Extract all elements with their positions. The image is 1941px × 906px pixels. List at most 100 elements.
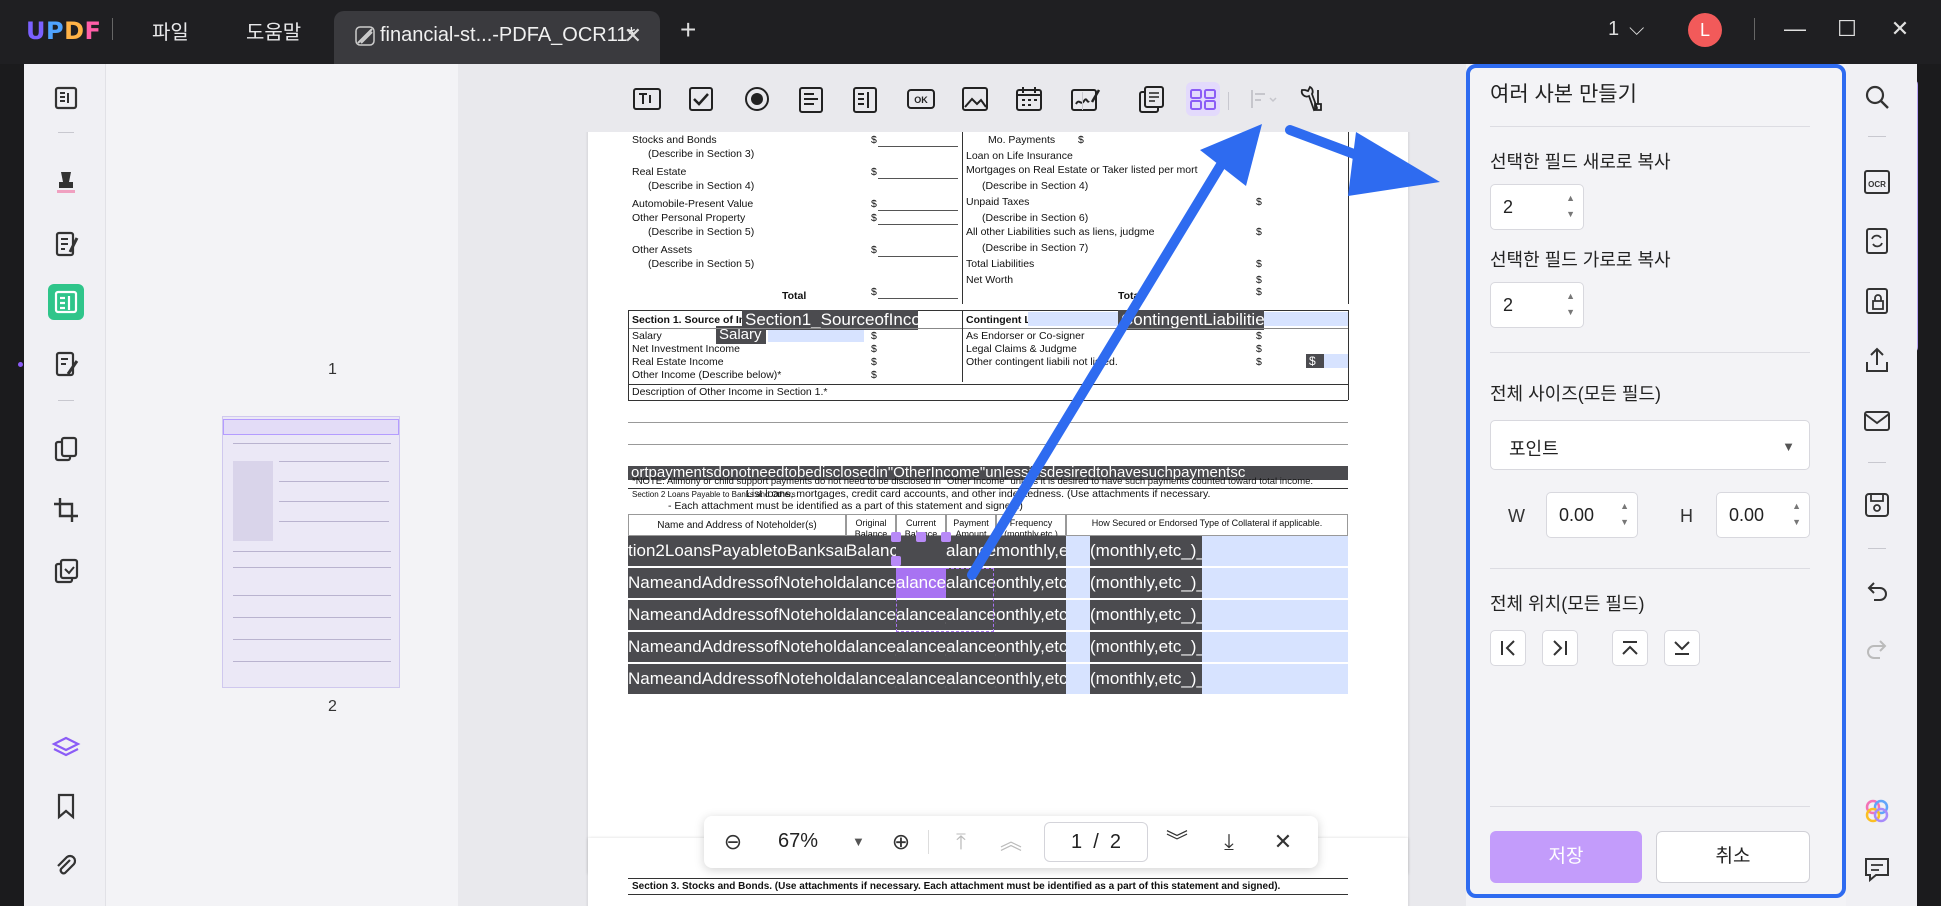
blank-field[interactable] (1066, 632, 1090, 662)
decrement-icon[interactable]: ▼ (1620, 517, 1629, 527)
redo-icon[interactable] (1860, 634, 1894, 668)
move-up-button[interactable] (1612, 630, 1648, 666)
close-zoom-bar-icon[interactable]: ✕ (1270, 829, 1296, 855)
chevron-down-icon[interactable]: ▼ (852, 834, 865, 849)
frequency-field[interactable]: onthly,etc_ (996, 664, 1066, 694)
tools-icon[interactable] (1294, 82, 1328, 116)
reader-icon[interactable] (48, 80, 84, 116)
width-stepper[interactable]: 0.00 ▲ ▼ (1546, 492, 1638, 538)
increment-icon[interactable]: ▲ (1620, 501, 1629, 511)
collateral-blue-field[interactable] (1202, 536, 1348, 566)
convert-icon[interactable] (1860, 224, 1894, 258)
current-balance-field[interactable]: alance_1 (896, 664, 946, 694)
payment-amount-field[interactable]: alance_ (946, 536, 996, 566)
resize-handle[interactable] (916, 532, 926, 542)
list-box-icon[interactable] (848, 82, 882, 116)
move-down-button[interactable] (1664, 630, 1700, 666)
original-balance-field[interactable]: alance_1 (846, 632, 896, 662)
comment-icon[interactable] (48, 164, 84, 200)
original-balance-field[interactable]: alance (846, 568, 896, 598)
blank-field[interactable] (1066, 664, 1090, 694)
contingent-field[interactable]: ContingentLiabilities (1118, 310, 1264, 330)
ocr-icon[interactable]: OCR (1860, 164, 1894, 198)
image-field-icon[interactable] (958, 82, 992, 116)
blank-field[interactable] (1066, 600, 1090, 630)
collateral-blue-field[interactable] (1202, 664, 1348, 694)
current-balance-field[interactable]: alance_1 (896, 632, 946, 662)
rows-stepper[interactable]: 2 ▲ ▼ (1490, 184, 1584, 230)
decrement-icon[interactable]: ▼ (1566, 209, 1575, 219)
zoom-out-icon[interactable]: ⊖ (720, 829, 746, 855)
collateral-field[interactable]: (monthly,etc_)_1 (1090, 536, 1202, 566)
last-page-icon[interactable]: ⤓ (1216, 829, 1242, 855)
name-field[interactable]: NameandAddressofNoteholder(s)_ (628, 632, 846, 662)
frequency-field[interactable]: onthly,etc_ (996, 568, 1066, 598)
save-button[interactable]: 저장 (1490, 831, 1642, 883)
increment-icon[interactable]: ▲ (1566, 193, 1575, 203)
resize-handle[interactable] (891, 556, 901, 566)
close-window-button[interactable]: ✕ (1885, 14, 1915, 44)
signature-field-icon[interactable] (1068, 82, 1102, 116)
collateral-blue-field[interactable] (1202, 600, 1348, 630)
fill-sign-icon[interactable] (48, 346, 84, 382)
collateral-field[interactable]: (monthly,etc_)_3 (1090, 568, 1202, 598)
selection-box[interactable] (896, 568, 994, 632)
ai-icon[interactable] (1860, 794, 1894, 828)
decrement-icon[interactable]: ▼ (1566, 307, 1575, 317)
salary-input[interactable] (768, 330, 864, 342)
move-right-button[interactable] (1542, 630, 1578, 666)
bookmark-icon[interactable] (48, 788, 84, 824)
contingent-amount-field[interactable] (1264, 312, 1348, 326)
first-page-icon[interactable]: ⤒ (948, 829, 974, 855)
payment-amount-field[interactable]: alance_1 (946, 632, 996, 662)
radio-icon[interactable] (740, 82, 774, 116)
checkbox-icon[interactable] (684, 82, 718, 116)
organize-icon[interactable] (48, 432, 84, 468)
document-viewport[interactable]: Stocks and Bonds (Describe in Section 3)… (458, 64, 1466, 906)
maximize-button[interactable]: ☐ (1832, 14, 1862, 44)
page-input[interactable]: 1 / 2 (1044, 822, 1148, 862)
increment-icon[interactable]: ▲ (1792, 501, 1801, 511)
search-icon[interactable] (1860, 80, 1894, 114)
crop-icon[interactable] (48, 492, 84, 528)
save-icon[interactable] (1860, 488, 1894, 522)
email-icon[interactable] (1860, 404, 1894, 438)
zoom-in-icon[interactable]: ⊕ (888, 829, 914, 855)
close-tab-icon[interactable]: ✕ (624, 23, 642, 49)
contingent-dollar-field[interactable]: $ (1306, 354, 1324, 368)
section1-field[interactable]: Section1_SourceofIncome (742, 310, 918, 330)
undo-icon[interactable] (1860, 576, 1894, 610)
page-tools-icon[interactable] (48, 554, 84, 590)
frequency-field[interactable]: onthly,etc_ (996, 632, 1066, 662)
name-field[interactable]: NameandAddressofNoteholder(s)_ (628, 664, 846, 694)
name-field[interactable]: tion2LoansPayabletoBanksandOth (628, 536, 846, 566)
cols-stepper[interactable]: 2 ▲ ▼ (1490, 282, 1584, 328)
edit-icon[interactable] (48, 226, 84, 262)
contingent-blue-field[interactable] (1028, 312, 1124, 326)
unit-select[interactable]: 포인트 ▼ (1490, 420, 1810, 470)
page-thumbnail[interactable] (222, 416, 400, 688)
resize-handle[interactable] (941, 532, 951, 542)
duplicate-grid-icon[interactable] (1186, 82, 1220, 116)
frequency-field[interactable]: monthly,etc_ (996, 536, 1066, 566)
payment-amount-field[interactable]: alance_1 (946, 664, 996, 694)
date-field-icon[interactable] (1012, 82, 1046, 116)
menu-help[interactable]: 도움말 (246, 16, 301, 45)
collateral-field[interactable]: (monthly,etc_)_9 (1090, 664, 1202, 694)
attachment-icon[interactable] (48, 848, 84, 884)
resize-handle[interactable] (891, 532, 901, 542)
button-icon[interactable]: OK (904, 82, 938, 116)
multiple-copies-icon[interactable] (1134, 82, 1168, 116)
contingent-other-field[interactable] (1324, 354, 1348, 368)
increment-icon[interactable]: ▲ (1566, 291, 1575, 301)
collateral-field[interactable]: (monthly,etc_)_7 (1090, 632, 1202, 662)
document-tab[interactable]: financial-st...-PDFA_OCR11* ✕ (334, 11, 660, 64)
combo-box-icon[interactable] (794, 82, 828, 116)
share-icon[interactable] (1860, 344, 1894, 378)
original-balance-field[interactable]: alance_ (846, 600, 896, 630)
original-balance-field[interactable]: Balanc (846, 536, 896, 566)
move-left-button[interactable] (1490, 630, 1526, 666)
layers-icon[interactable] (48, 730, 84, 766)
prev-page-icon[interactable]: ︽ (998, 829, 1024, 855)
blank-field[interactable] (1066, 536, 1090, 566)
